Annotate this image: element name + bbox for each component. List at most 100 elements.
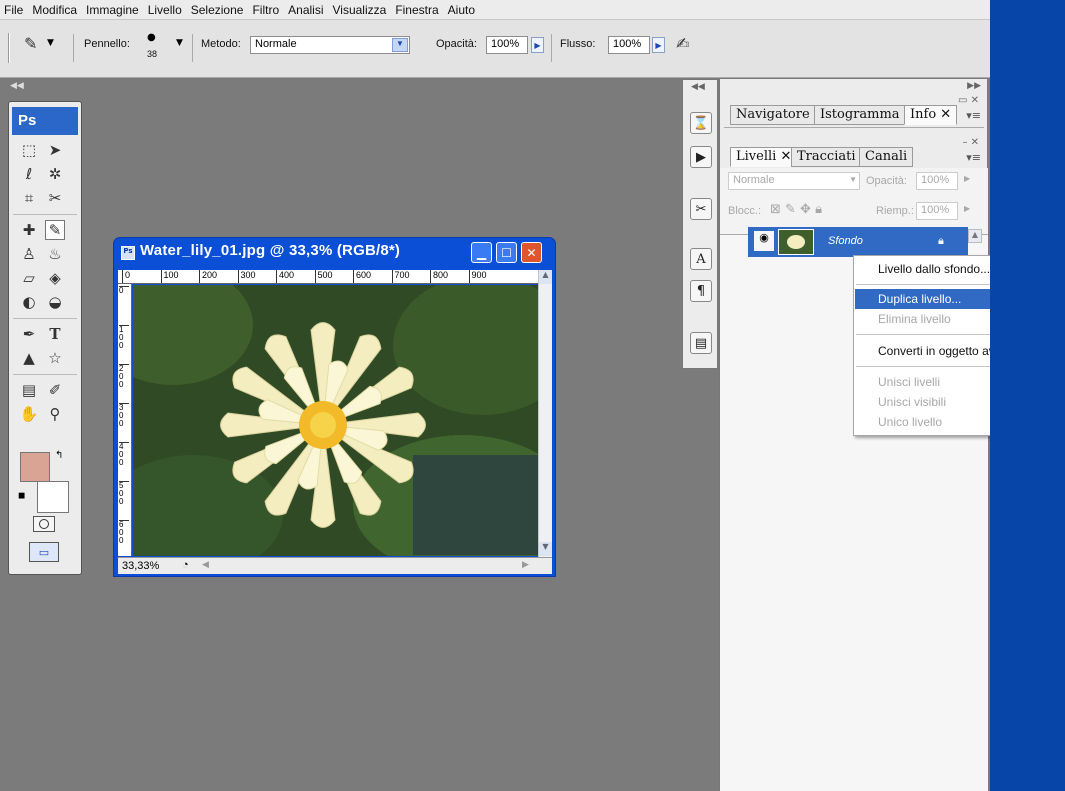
layers-scroll-up-icon[interactable]: ▲ (968, 229, 982, 243)
options-grip[interactable] (8, 33, 10, 63)
menu-immagine[interactable]: Immagine (86, 3, 139, 17)
pen-tool-icon[interactable]: ✒ (19, 324, 39, 344)
ruler-horizontal: 0 100 200 300 400 500 600 700 800 900 (118, 270, 540, 284)
custom-shape-tool-icon[interactable]: ☆ (45, 348, 65, 368)
marquee-tool-icon[interactable]: ⬚ (19, 140, 39, 160)
method-select[interactable]: Normale ▼ (250, 36, 410, 54)
tab-info[interactable]: Info ✕ (904, 105, 958, 125)
scroll-right-icon[interactable]: ▶ (522, 559, 529, 570)
menu-bar: File Modifica Immagine Livello Selezione… (0, 0, 990, 20)
tool-presets-panel-icon[interactable]: ✂ (690, 198, 712, 220)
swap-colors-icon[interactable]: ↰ (55, 450, 63, 461)
brush-tool-icon[interactable]: ✎ (45, 220, 65, 240)
scroll-up-icon[interactable]: ▲ (539, 270, 552, 284)
notes-tool-icon[interactable]: ▤ (19, 380, 39, 400)
character-panel-icon[interactable]: A (690, 248, 712, 270)
healing-brush-tool-icon[interactable]: ✚ (19, 220, 39, 240)
magic-wand-tool-icon[interactable]: ✲ (45, 164, 65, 184)
minimize-layers-panel-icon[interactable]: – ✕ (962, 137, 979, 148)
clone-stamp-tool-icon[interactable]: ♙ (19, 244, 39, 264)
menu-file[interactable]: File (4, 3, 23, 17)
chevron-down-icon[interactable]: ▼ (849, 175, 857, 184)
options-divider (192, 34, 193, 62)
hand-tool-icon[interactable]: ✋ (19, 404, 39, 424)
flow-slider-button[interactable]: ▶ (652, 37, 665, 53)
scroll-left-icon[interactable]: ◀ (202, 559, 209, 570)
document-canvas[interactable] (133, 285, 538, 556)
tool-preset-dropdown-icon[interactable]: ▼ (47, 38, 54, 48)
opacity-arrow-icon[interactable]: ▶ (964, 174, 970, 183)
ps-document-icon[interactable]: Ps (121, 246, 135, 260)
menu-selezione[interactable]: Selezione (191, 3, 244, 17)
crop-tool-icon[interactable]: ⌗ (19, 188, 39, 208)
maximize-button[interactable]: ☐ (496, 242, 517, 263)
fill-arrow-icon[interactable]: ▶ (964, 204, 970, 213)
photoshop-logo[interactable]: Ps (12, 107, 78, 135)
vertical-scrollbar[interactable]: ▲ ▼ (538, 270, 552, 557)
menu-livello[interactable]: Livello (148, 3, 182, 17)
close-tab-icon[interactable]: ✕ (940, 107, 951, 122)
tab-canali[interactable]: Canali (859, 147, 914, 167)
foreground-color-swatch[interactable] (20, 452, 50, 482)
tab-tracciati[interactable]: Tracciati (791, 147, 862, 167)
scroll-down-icon[interactable]: ▼ (539, 542, 552, 556)
screen-mode-button[interactable]: ▭ (29, 542, 59, 562)
blur-tool-icon[interactable]: ◐ (19, 292, 39, 312)
layer-name: Sfondo (828, 235, 863, 247)
minimize-button[interactable]: ▁ (471, 242, 492, 263)
minimize-panel-icon[interactable]: ▭ ✕ (958, 95, 979, 106)
history-brush-tool-icon[interactable]: ♨ (45, 244, 65, 264)
menu-modifica[interactable]: Modifica (32, 3, 77, 17)
opacity-field[interactable]: 100% (486, 36, 528, 54)
tab-istogramma[interactable]: Istogramma (814, 105, 906, 125)
eraser-tool-icon[interactable]: ▱ (19, 268, 39, 288)
blend-mode-select[interactable]: Normale ▼ (728, 172, 860, 190)
actions-panel-icon[interactable]: ▶ (690, 146, 712, 168)
lock-icons[interactable]: ⊠ ✎ ✥ 🔒︎ (770, 202, 822, 217)
zoom-level[interactable]: 33,33% (122, 560, 159, 572)
layer-opacity-field[interactable]: 100% (916, 172, 958, 190)
zoom-tool-icon[interactable]: ⚲ (45, 404, 65, 424)
panel-menu-icon[interactable]: ▾≡ (966, 109, 981, 122)
layers-panel-menu-icon[interactable]: ▾≡ (966, 151, 981, 164)
tab-livelli[interactable]: Livelli ✕ (730, 147, 798, 167)
layer-comps-panel-icon[interactable]: ▤ (690, 332, 712, 354)
lasso-tool-icon[interactable]: ℓ (19, 164, 39, 184)
menu-analisi[interactable]: Analisi (288, 3, 323, 17)
menu-aiuto[interactable]: Aiuto (448, 3, 475, 17)
collapse-toolbox-icon[interactable]: ◀◀ (10, 81, 24, 91)
dodge-tool-icon[interactable]: ◒ (45, 292, 65, 312)
document-status-bar: 33,33% ◔ ◀ ▶ (118, 557, 552, 574)
flow-field[interactable]: 100% (608, 36, 650, 54)
slice-tool-icon[interactable]: ✂ (45, 188, 65, 208)
status-info-icon[interactable]: ◔ (182, 559, 189, 571)
close-button[interactable]: ✕ (521, 242, 542, 263)
paint-bucket-tool-icon[interactable]: ◈ (45, 268, 65, 288)
opacity-slider-button[interactable]: ▶ (531, 37, 544, 53)
brush-preview-icon[interactable]: ● (147, 32, 156, 43)
path-selection-tool-icon[interactable]: ▲ (19, 348, 39, 368)
airbrush-icon[interactable]: ✍ (676, 34, 689, 53)
eye-visibility-icon[interactable]: ◉ (754, 231, 774, 251)
quick-mask-button[interactable] (33, 516, 55, 532)
collapse-dock-icon[interactable]: ◀◀ (691, 82, 705, 92)
tab-navigatore[interactable]: Navigatore (730, 105, 816, 125)
history-panel-icon[interactable]: ⌛ (690, 112, 712, 134)
close-tab-icon[interactable]: ✕ (780, 149, 791, 164)
default-colors-icon[interactable]: ◼ (18, 491, 25, 501)
background-color-swatch[interactable] (37, 481, 69, 513)
menu-visualizza[interactable]: Visualizza (333, 3, 387, 17)
fill-field[interactable]: 100% (916, 202, 958, 220)
type-tool-icon[interactable]: T (45, 324, 65, 344)
layer-row-sfondo[interactable]: ◉ Sfondo 🔒︎ (748, 227, 968, 257)
move-tool-icon[interactable]: ➤ (45, 140, 65, 160)
brush-picker-dropdown-icon[interactable]: ▼ (176, 38, 183, 48)
chevron-down-icon[interactable]: ▼ (392, 38, 408, 52)
menu-finestra[interactable]: Finestra (395, 3, 438, 17)
eyedropper-tool-icon[interactable]: ✐ (45, 380, 65, 400)
expand-panels-icon[interactable]: ▶▶ (967, 81, 981, 91)
menu-filtro[interactable]: Filtro (252, 3, 279, 17)
brush-tool-preset-icon[interactable]: ✎ (24, 34, 37, 53)
paragraph-panel-icon[interactable]: ¶ (690, 280, 712, 302)
document-window: Ps Water_lily_01.jpg @ 33,3% (RGB/8*) ▁ … (113, 237, 556, 577)
